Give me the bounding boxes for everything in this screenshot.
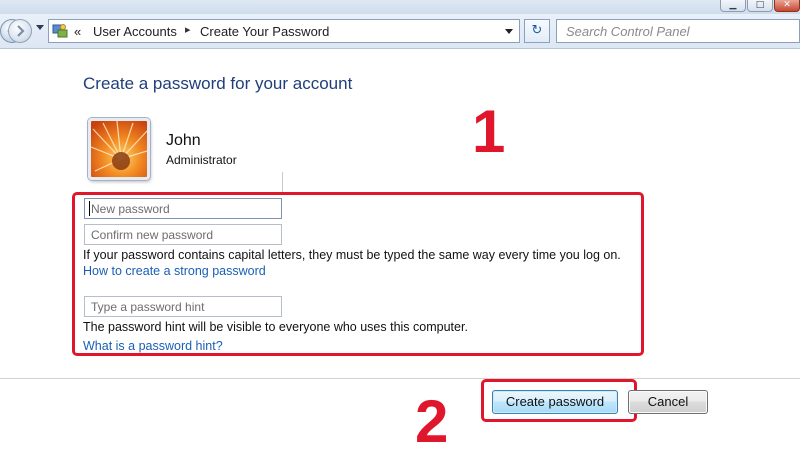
forward-arrow-icon <box>17 25 25 37</box>
refresh-icon: ↻ <box>531 23 543 38</box>
refresh-button[interactable]: ↻ <box>524 19 550 43</box>
breadcrumb-separator[interactable]: ▸ <box>185 23 191 36</box>
annotation-highlight-step-1 <box>72 192 644 356</box>
annotation-step-2-number: 2 <box>415 388 449 455</box>
breadcrumb-user-accounts[interactable]: User Accounts <box>93 24 177 39</box>
maximize-icon: □ <box>755 0 765 10</box>
breadcrumb-prefix[interactable]: « <box>74 24 81 39</box>
address-dropdown-icon[interactable] <box>505 29 513 34</box>
title-bar: ▁ □ ✕ <box>0 0 800 14</box>
address-bar[interactable]: « User Accounts ▸ Create Your Password <box>48 19 520 43</box>
forward-button[interactable] <box>8 19 32 43</box>
footer-separator <box>0 378 800 379</box>
control-panel-icon <box>52 24 68 38</box>
create-password-button[interactable]: Create password <box>492 390 618 414</box>
user-avatar <box>88 118 150 180</box>
user-role: Administrator <box>166 153 237 167</box>
recent-pages-dropdown[interactable] <box>36 25 44 30</box>
cancel-button[interactable]: Cancel <box>628 390 708 414</box>
maximize-button[interactable]: □ <box>747 0 773 12</box>
close-button[interactable]: ✕ <box>774 0 800 12</box>
search-input-placeholder[interactable]: Search Control Panel <box>566 24 690 39</box>
search-box[interactable]: Search Control Panel <box>556 19 800 43</box>
minimize-icon: ▁ <box>729 0 737 10</box>
navigation-bar: « User Accounts ▸ Create Your Password ↻… <box>0 14 800 49</box>
page-title: Create a password for your account <box>83 74 353 93</box>
flower-avatar-icon <box>91 121 147 177</box>
annotation-step-1-number: 1 <box>472 98 506 165</box>
divider <box>282 172 283 194</box>
minimize-button[interactable]: ▁ <box>720 0 746 12</box>
close-icon: ✕ <box>783 0 791 10</box>
breadcrumb-create-your-password[interactable]: Create Your Password <box>200 24 329 39</box>
user-name: John <box>166 132 201 149</box>
